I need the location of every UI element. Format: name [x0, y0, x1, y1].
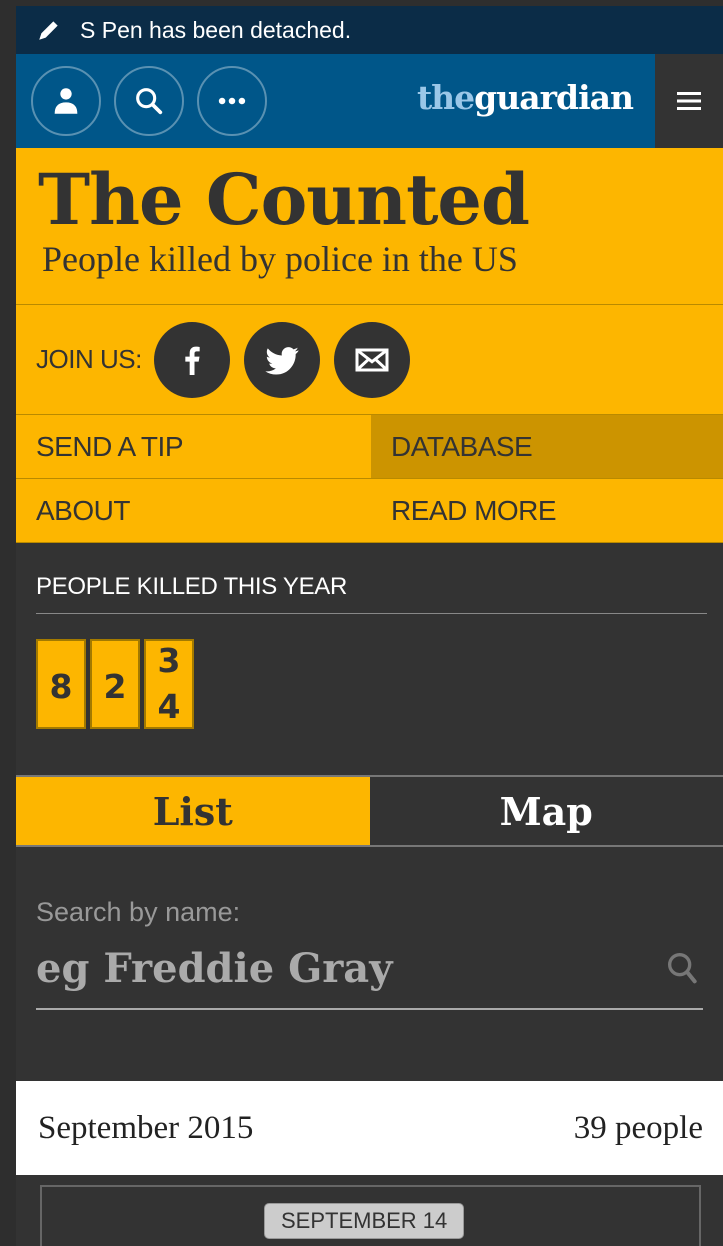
- status-bar: S Pen has been detached.: [16, 6, 723, 54]
- month-name: September 2015: [38, 1109, 254, 1146]
- view-tabs: List Map: [16, 775, 723, 847]
- guardian-logo[interactable]: theguardian: [416, 78, 634, 117]
- pen-icon: [39, 21, 58, 40]
- twitter-icon: [265, 346, 299, 374]
- counter-digits: 8 2 3 4: [36, 639, 707, 729]
- counter-digit-current: 3: [157, 641, 181, 680]
- page-title: The Counted: [38, 158, 530, 241]
- nav-database[interactable]: DATABASE: [371, 415, 723, 479]
- nav-read-more[interactable]: READ MORE: [371, 479, 723, 543]
- tab-map[interactable]: Map: [369, 777, 723, 845]
- email-icon: [355, 348, 389, 371]
- hamburger-icon: [677, 92, 701, 110]
- counter-digit: 2: [90, 639, 140, 729]
- phone-screen: S Pen has been detached. theguardian The…: [16, 6, 723, 1246]
- join-us-bar: JOIN US:: [16, 305, 723, 415]
- counter-digit-next: 4: [157, 687, 181, 726]
- month-count: 39 people: [573, 1109, 703, 1146]
- counter-title: PEOPLE KILLED THIS YEAR: [36, 543, 707, 614]
- page-subtitle: People killed by police in the US: [42, 238, 518, 279]
- profile-button[interactable]: [31, 66, 101, 136]
- twitter-button[interactable]: [243, 321, 320, 398]
- month-header: September 2015 39 people: [16, 1081, 723, 1175]
- guardian-header: theguardian: [16, 54, 723, 148]
- more-icon: [218, 97, 246, 105]
- tab-list[interactable]: List: [16, 777, 370, 845]
- nav-send-tip[interactable]: SEND A TIP: [16, 415, 371, 479]
- email-button[interactable]: [333, 321, 410, 398]
- kill-counter: PEOPLE KILLED THIS YEAR 8 2 3 4: [16, 543, 723, 775]
- search-icon: [136, 88, 163, 115]
- search-section: Search by name:: [16, 847, 723, 1081]
- more-button[interactable]: [197, 66, 267, 136]
- logo-guardian: guardian: [474, 78, 634, 117]
- search-icon[interactable]: [663, 948, 703, 988]
- facebook-icon: [185, 346, 200, 375]
- menu-button[interactable]: [655, 54, 723, 148]
- device-frame: S Pen has been detached. theguardian The…: [0, 0, 723, 1246]
- counted-nav: SEND A TIP DATABASE ABOUT READ MORE: [16, 415, 723, 543]
- search-input[interactable]: [36, 944, 596, 992]
- counted-hero: The Counted People killed by police in t…: [16, 148, 723, 305]
- user-icon: [54, 88, 78, 114]
- search-label: Search by name:: [36, 897, 241, 927]
- nav-about[interactable]: ABOUT: [16, 479, 371, 543]
- facebook-button[interactable]: [153, 321, 230, 398]
- counter-digit: 8: [36, 639, 86, 729]
- day-label: SEPTEMBER 14: [264, 1203, 465, 1239]
- counter-digit-rolling: 3 4: [144, 639, 194, 729]
- search-button[interactable]: [114, 66, 184, 136]
- join-us-label: JOIN US:: [36, 344, 142, 374]
- day-card: SEPTEMBER 14: [40, 1185, 701, 1246]
- logo-the: the: [416, 78, 475, 117]
- search-row: [36, 928, 703, 1010]
- status-message: S Pen has been detached.: [80, 16, 352, 43]
